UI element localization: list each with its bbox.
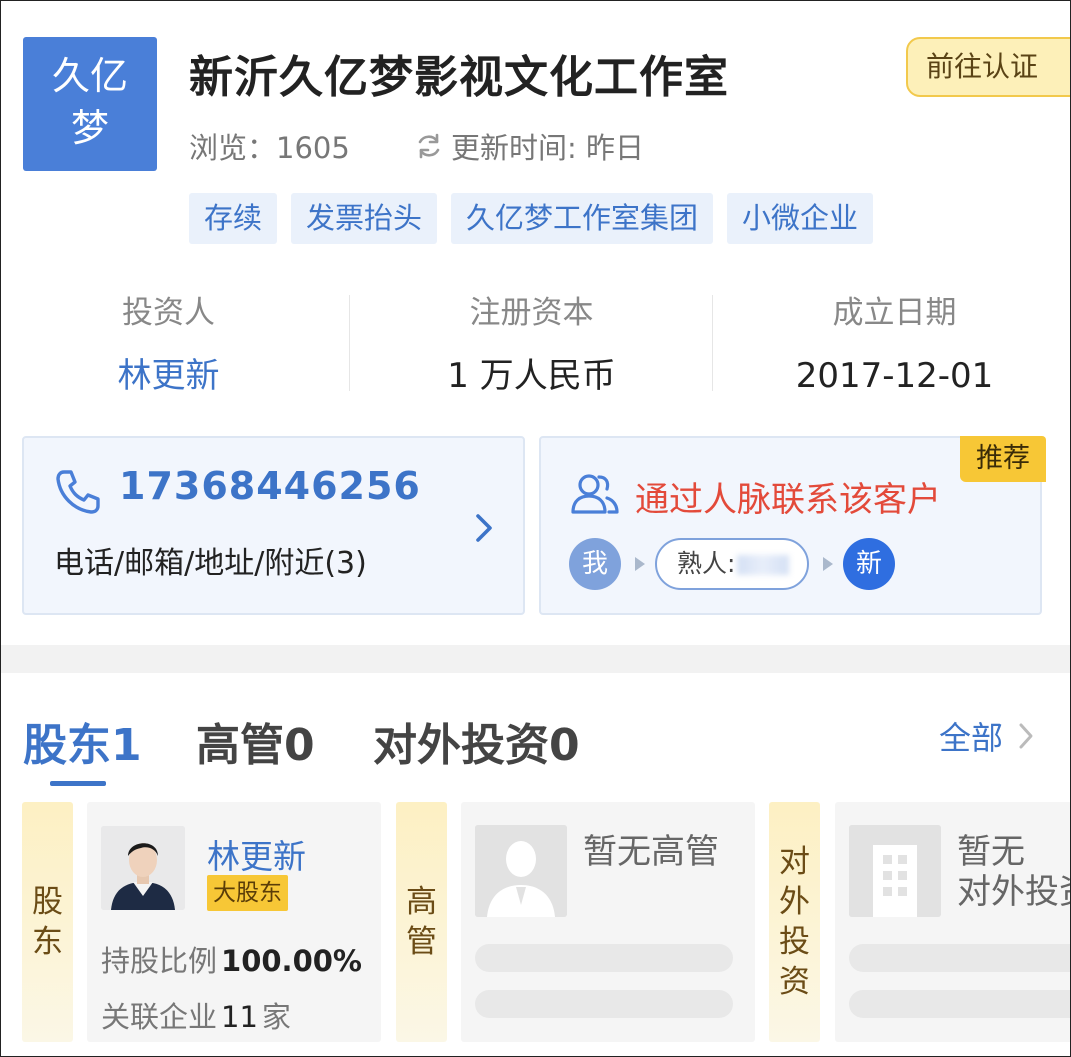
person-placeholder-icon bbox=[475, 825, 567, 917]
people-icon bbox=[571, 474, 619, 514]
views-text: 浏览：1605 bbox=[189, 125, 350, 167]
company-detail-page: 久亿 梦 新沂久亿梦影视文化工作室 前往认证 浏览：1605 更新时间: 昨日 … bbox=[0, 0, 1071, 1057]
shareholder-side-text: 股东 bbox=[32, 884, 63, 960]
shareholder-avatar bbox=[101, 826, 185, 910]
company-meta: 浏览：1605 更新时间: 昨日 bbox=[189, 125, 644, 167]
contact-summary: 电话/邮箱/地址/附近(3) bbox=[54, 546, 367, 581]
investment-side-label: 对外投资 bbox=[769, 802, 820, 1042]
founded-label: 成立日期 bbox=[832, 295, 957, 331]
person-photo-icon bbox=[101, 826, 185, 910]
stat-investor: 投资人 林更新 bbox=[1, 291, 350, 403]
executive-side-text: 高管 bbox=[406, 884, 437, 960]
company-tags: 存续 发票抬头 久亿梦工作室集团 小微企业 bbox=[189, 193, 874, 244]
active-tab-indicator bbox=[50, 781, 106, 786]
investment-empty-line-1: 暂无 bbox=[957, 832, 1025, 872]
tab-shareholders[interactable]: 股东1 bbox=[23, 709, 142, 773]
logo-line-1: 久亿 bbox=[51, 54, 128, 98]
me-avatar: 我 bbox=[569, 538, 621, 590]
investment-panel[interactable]: 暂无 对外投资 bbox=[835, 802, 1070, 1042]
capital-value: 1 万人民币 bbox=[447, 356, 616, 396]
investment-empty-line-2: 对外投资 bbox=[957, 872, 1070, 912]
shareholder-side-label: 股东 bbox=[22, 802, 73, 1042]
tag-group[interactable]: 久亿梦工作室集团 bbox=[451, 193, 714, 244]
network-path: 我 熟人: 新 bbox=[569, 538, 895, 590]
executive-empty-text: 暂无高管 bbox=[583, 832, 719, 872]
investor-value[interactable]: 林更新 bbox=[1, 349, 350, 403]
executive-panel[interactable]: 暂无高管 bbox=[461, 802, 755, 1042]
executive-side-label: 高管 bbox=[396, 802, 447, 1042]
views-label: 浏览： bbox=[189, 131, 277, 165]
major-shareholder-badge: 大股东 bbox=[207, 875, 288, 911]
relation-tabs: 股东1 高管0 对外投资0 全部 bbox=[1, 701, 1070, 791]
section-separator bbox=[1, 645, 1070, 673]
share-ratio-label: 持股比例 bbox=[101, 944, 218, 978]
building-placeholder-icon bbox=[849, 825, 941, 917]
tab-investments[interactable]: 对外投资0 bbox=[373, 709, 580, 773]
logo-line-2: 梦 bbox=[70, 106, 109, 150]
view-all-label: 全部 bbox=[939, 719, 1004, 757]
network-card[interactable]: 推荐 通过人脉联系该客户 我 熟人: 新 bbox=[539, 436, 1046, 615]
key-stats: 投资人 林更新 注册资本 1 万人民币 成立日期 2017-12-01 bbox=[1, 291, 1070, 403]
contact-card[interactable]: 17368446256 电话/邮箱/地址/附近(3) bbox=[22, 436, 525, 615]
target-avatar: 新 bbox=[843, 538, 895, 590]
founded-value: 2017-12-01 bbox=[795, 356, 994, 396]
skeleton-bar bbox=[849, 990, 1070, 1018]
related-unit: 家 bbox=[261, 1000, 291, 1034]
share-ratio-value: 100.00% bbox=[221, 944, 362, 978]
tag-invoice[interactable]: 发票抬头 bbox=[291, 193, 438, 244]
network-title: 通过人脉联系该客户 bbox=[635, 480, 941, 520]
phone-icon bbox=[56, 470, 100, 514]
tag-status[interactable]: 存续 bbox=[189, 193, 278, 244]
acquaintance-pill: 熟人: bbox=[655, 538, 809, 590]
related-companies: 关联企业 11 家 bbox=[101, 994, 291, 1036]
recommend-badge: 推荐 bbox=[960, 436, 1046, 482]
stat-founded: 成立日期 2017-12-01 bbox=[713, 291, 1070, 403]
capital-label: 注册资本 bbox=[469, 295, 594, 331]
phone-number[interactable]: 17368446256 bbox=[119, 464, 421, 508]
shareholder-name[interactable]: 林更新 bbox=[207, 830, 306, 878]
company-title: 新沂久亿梦影视文化工作室 bbox=[189, 52, 729, 103]
skeleton-bar bbox=[475, 990, 733, 1018]
skeleton-bar bbox=[475, 944, 733, 972]
investment-empty-text: 暂无 对外投资 bbox=[957, 832, 1070, 912]
investment-side-text: 对外投资 bbox=[779, 844, 810, 1000]
views-count: 1605 bbox=[276, 131, 350, 165]
stat-capital: 注册资本 1 万人民币 bbox=[350, 291, 713, 403]
refresh-icon bbox=[418, 133, 440, 159]
investor-label: 投资人 bbox=[122, 295, 215, 331]
acquaintance-label: 熟人: bbox=[677, 549, 736, 578]
share-ratio: 持股比例 100.00% bbox=[101, 938, 362, 980]
blurred-name bbox=[737, 555, 790, 575]
arrow-icon bbox=[635, 557, 645, 571]
chevron-right-icon bbox=[1019, 723, 1033, 749]
company-logo: 久亿 梦 bbox=[23, 37, 157, 171]
tag-small-business[interactable]: 小微企业 bbox=[727, 193, 874, 244]
shareholder-panel[interactable]: 林更新 大股东 持股比例 100.00% 关联企业 11 家 bbox=[87, 802, 381, 1042]
chevron-right-icon[interactable] bbox=[472, 512, 496, 544]
view-all-link[interactable]: 全部 bbox=[939, 713, 1035, 759]
related-label: 关联企业 bbox=[101, 1000, 218, 1034]
skeleton-bar bbox=[849, 944, 1070, 972]
update-label: 更新时间: 昨日 bbox=[451, 131, 644, 165]
update-time: 更新时间: 昨日 bbox=[415, 125, 644, 167]
verify-button[interactable]: 前往认证 bbox=[906, 37, 1070, 97]
arrow-icon bbox=[823, 557, 833, 571]
related-count: 11 bbox=[221, 1000, 258, 1034]
tab-executives[interactable]: 高管0 bbox=[196, 709, 315, 773]
